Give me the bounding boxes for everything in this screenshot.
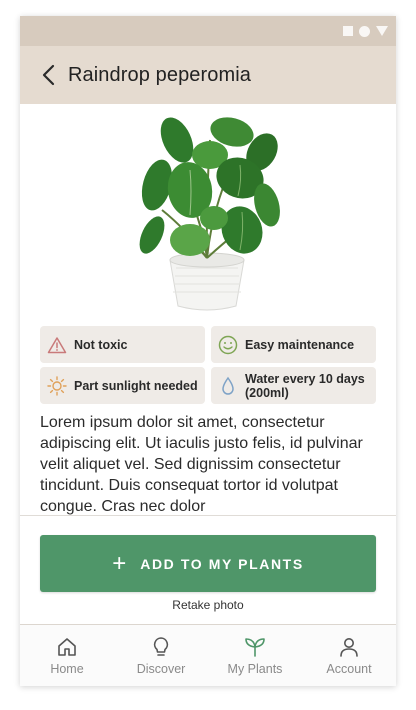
add-button-label: ADD TO MY PLANTS (140, 555, 304, 572)
sprout-icon (245, 638, 265, 657)
phone-screen: Raindrop peperomia Not toxic Easy mainte… (20, 16, 396, 686)
chip-label: Water every 10 days (200ml) (245, 371, 365, 400)
plus-icon: + (112, 549, 127, 577)
chip-label: Part sunlight needed (74, 378, 198, 393)
plant-photo (139, 117, 280, 311)
nav-item-home[interactable]: Home (20, 625, 114, 686)
chip-easy-maintenance: Easy maintenance (211, 326, 376, 363)
status-square-icon (343, 26, 353, 36)
nav-item-my-plants[interactable]: My Plants (208, 625, 302, 686)
retake-photo-link[interactable]: Retake photo (20, 598, 396, 612)
nav-item-discover[interactable]: Discover (114, 625, 208, 686)
chip-water-schedule: Water every 10 days (200ml) (211, 367, 376, 404)
app-bar: Raindrop peperomia (20, 46, 396, 104)
chip-part-sunlight: Part sunlight needed (40, 367, 205, 404)
plant-details: Not toxic Easy maintenance Part sunlight… (20, 104, 396, 515)
status-triangle-icon (376, 26, 388, 36)
nav-label: Home (50, 662, 84, 676)
nav-item-account[interactable]: Account (302, 625, 396, 686)
status-circle-icon (359, 25, 370, 37)
plant-description: Lorem ipsum dolor sit amet, consectetur … (40, 414, 363, 515)
nav-label: My Plants (227, 662, 283, 676)
action-area: + ADD TO MY PLANTS Retake photo (20, 515, 396, 625)
water-drop-icon (217, 375, 239, 397)
nav-label: Discover (136, 662, 186, 676)
chip-label: Not toxic (74, 337, 128, 352)
bottom-navigation: Home Discover My Plants Account (20, 624, 396, 686)
page-title: Raindrop peperomia (68, 63, 252, 86)
status-icons (343, 25, 388, 37)
home-icon (58, 638, 76, 656)
chip-label: Easy maintenance (245, 337, 355, 352)
back-arrow-icon (42, 64, 55, 86)
smiley-icon (217, 334, 239, 356)
status-bar (20, 16, 396, 46)
chip-not-toxic: Not toxic (40, 326, 205, 363)
back-button[interactable] (38, 63, 58, 87)
nav-label: Account (326, 662, 372, 676)
person-icon (340, 638, 358, 657)
lightbulb-icon (153, 637, 169, 656)
add-to-my-plants-button[interactable]: + ADD TO MY PLANTS (40, 535, 376, 592)
sun-icon (46, 375, 68, 397)
warning-triangle-icon (46, 334, 68, 356)
